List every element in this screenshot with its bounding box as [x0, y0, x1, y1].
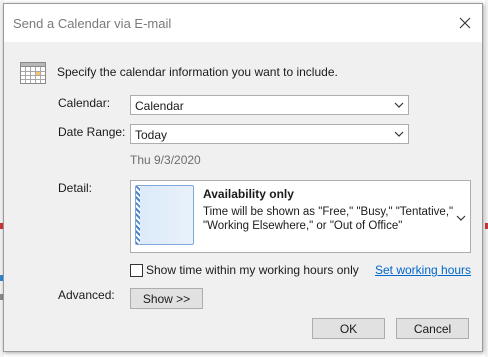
calendar-label: Calendar:	[58, 96, 111, 110]
cancel-button[interactable]: Cancel	[396, 318, 469, 339]
detail-option-description: Time will be shown as "Free," "Busy," "T…	[203, 206, 454, 232]
calendar-select[interactable]: Calendar	[130, 95, 409, 115]
chevron-down-icon	[394, 131, 404, 137]
thumbnail-stripe	[136, 186, 140, 244]
working-hours-checkbox[interactable]	[130, 264, 143, 277]
date-range-select-value: Today	[135, 128, 168, 142]
send-calendar-dialog: Send a Calendar via E-mail Specify the c…	[3, 3, 483, 352]
advanced-label: Advanced:	[58, 288, 115, 302]
ok-button[interactable]: OK	[312, 318, 385, 339]
set-working-hours-link[interactable]: Set working hours	[375, 263, 471, 277]
dialog-title: Send a Calendar via E-mail	[13, 16, 172, 31]
chevron-down-icon	[394, 102, 404, 108]
close-button[interactable]	[452, 10, 478, 36]
title-bar: Send a Calendar via E-mail	[4, 4, 482, 42]
date-range-text: Thu 9/3/2020	[130, 153, 201, 167]
chevron-down-icon	[456, 215, 466, 221]
close-icon	[459, 17, 471, 29]
detail-select[interactable]: Availability only Time will be shown as …	[130, 180, 471, 253]
show-advanced-button[interactable]: Show >>	[130, 288, 203, 309]
date-range-select[interactable]: Today	[130, 124, 409, 144]
calendar-select-value: Calendar	[135, 99, 184, 113]
detail-label: Detail:	[58, 181, 93, 195]
screen: Send a Calendar via E-mail Specify the c…	[0, 0, 488, 357]
date-range-label: Date Range:	[58, 125, 126, 139]
detail-option-title: Availability only	[203, 187, 294, 201]
working-hours-checkbox-label[interactable]: Show time within my working hours only	[146, 263, 359, 277]
instruction-text: Specify the calendar information you wan…	[57, 65, 338, 79]
availability-thumbnail-icon	[135, 185, 194, 245]
calendar-grid-icon	[20, 62, 46, 84]
